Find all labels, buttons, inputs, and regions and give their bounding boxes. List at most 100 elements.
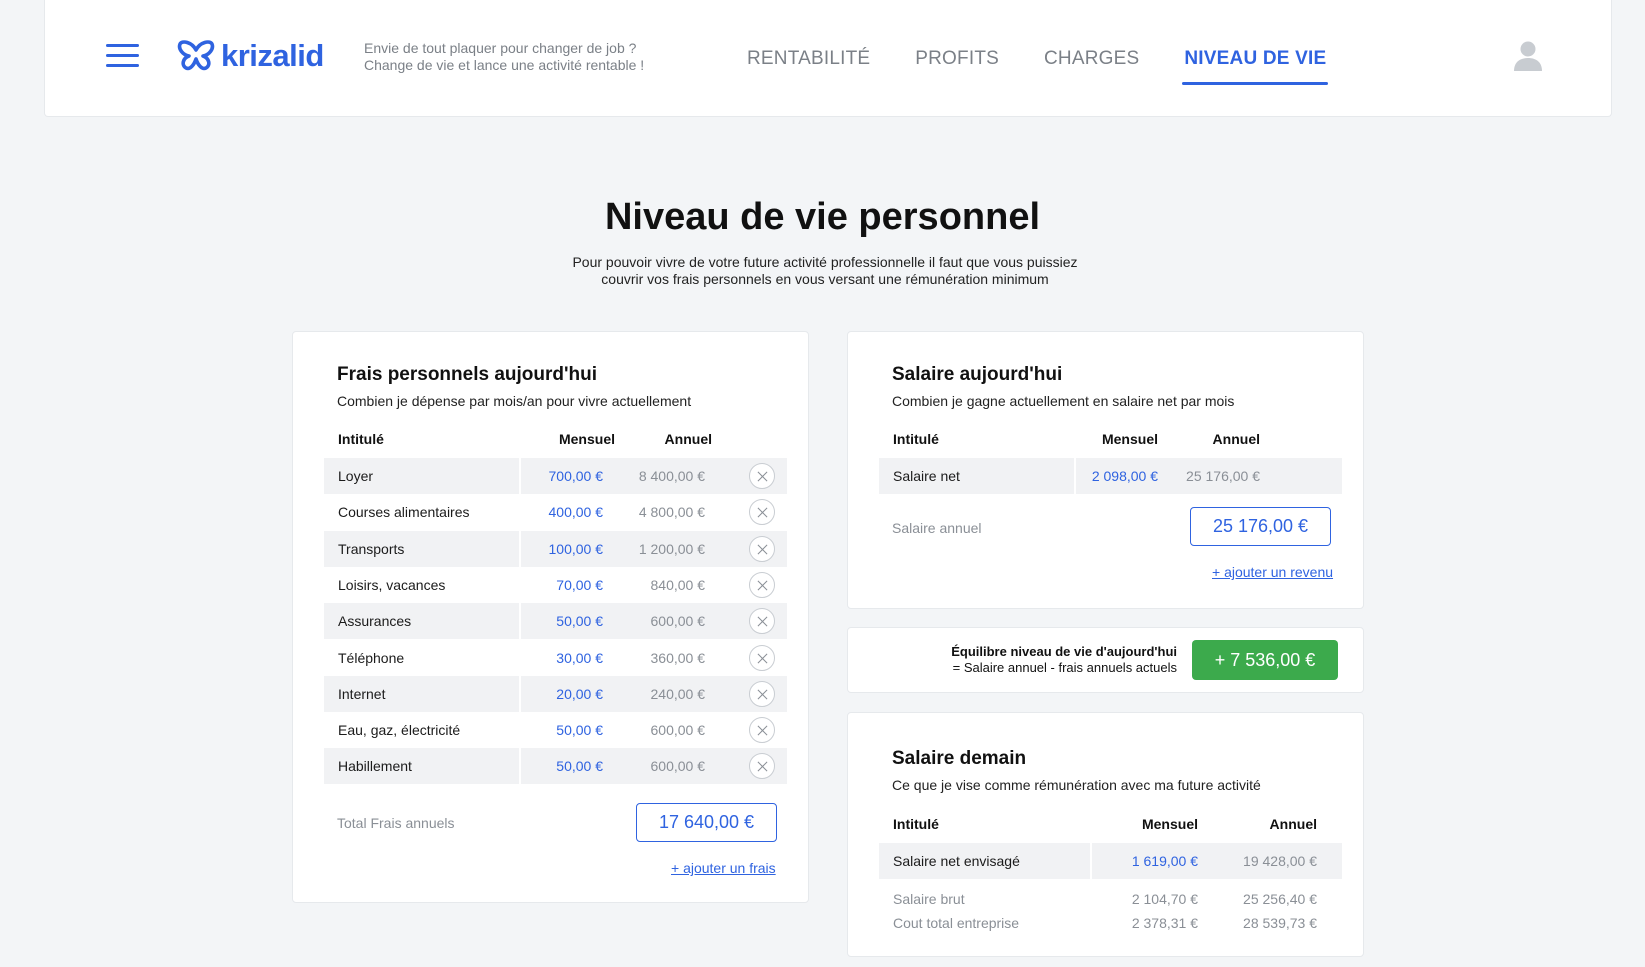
frais-row-annual: 600,00 €: [650, 722, 706, 739]
frais-row-label: Assurances: [338, 613, 412, 630]
table-row: Eau, gaz, électricité 50,00 € 600,00 €: [324, 712, 787, 749]
extra-monthly: 2 104,70 €: [1131, 891, 1198, 907]
nav-charges[interactable]: CHARGES: [1042, 0, 1141, 117]
tagline-line-2: Change de vie et lance une activité rent…: [364, 57, 645, 73]
extra-label: Salaire brut: [893, 891, 965, 907]
frais-row-label: Loisirs, vacances: [338, 576, 446, 593]
frais-total-value: 17 640,00 €: [636, 803, 777, 842]
extra-monthly: 2 378,31 €: [1131, 915, 1198, 931]
salaire-total-value: 25 176,00 €: [1190, 507, 1331, 546]
row-separator: [519, 530, 521, 567]
table-row: Habillement 50,00 € 600,00 €: [324, 748, 787, 785]
delete-row-icon[interactable]: [749, 753, 775, 780]
tagline: Envie de tout plaquer pour changer de jo…: [364, 40, 664, 74]
salaire-desc: Combien je gagne actuellement en salaire…: [892, 393, 1235, 409]
equilibre-title: Équilibre niveau de vie d'aujourd'hui: [951, 644, 1177, 659]
salaire-card: Salaire aujourd'hui Combien je gagne act…: [847, 331, 1364, 609]
table-row: Courses alimentaires 400,00 € 4 800,00 €: [324, 494, 787, 531]
salaire-row-label: Salaire net: [893, 468, 960, 484]
frais-row-label: Loyer: [338, 468, 374, 484]
frais-row-annual: 360,00 €: [650, 649, 706, 666]
frais-row-monthly[interactable]: 50,00 €: [524, 603, 603, 639]
nav-niveau-de-vie[interactable]: NIVEAU DE VIE: [1182, 0, 1329, 117]
delete-row-icon[interactable]: [749, 608, 775, 635]
frais-row-annual: 600,00 €: [650, 613, 706, 630]
frais-row-label: Transports: [338, 540, 405, 557]
add-frais-link[interactable]: + ajouter un frais: [671, 860, 776, 876]
frais-row-monthly[interactable]: 20,00 €: [524, 676, 603, 712]
row-separator: [519, 494, 521, 531]
row-separator: [519, 748, 521, 785]
frais-row-label: Eau, gaz, électricité: [338, 722, 461, 739]
row-separator: [519, 458, 521, 494]
table-row: Loisirs, vacances 70,00 € 840,00 €: [324, 566, 787, 603]
extra-label: Cout total entreprise: [893, 915, 1020, 931]
demain-col-label: Intitulé: [893, 816, 939, 832]
extra-annual: 28 539,73 €: [1243, 915, 1317, 931]
delete-row-icon[interactable]: [749, 680, 775, 707]
menu-icon[interactable]: [106, 44, 139, 68]
row-separator: [519, 639, 521, 676]
user-icon[interactable]: [1513, 40, 1543, 72]
brand-logo[interactable]: krizalid: [177, 38, 324, 74]
butterfly-icon: [177, 40, 215, 71]
row-separator: [1074, 458, 1076, 494]
demain-row-annual: 19 428,00 €: [1243, 853, 1317, 869]
frais-row-monthly[interactable]: 70,00 €: [524, 567, 603, 603]
frais-col-monthly: Mensuel: [558, 431, 615, 447]
delete-row-icon[interactable]: [749, 535, 775, 562]
top-header: krizalid Envie de tout plaquer pour chan…: [44, 0, 1612, 117]
frais-row-monthly[interactable]: 400,00 €: [524, 494, 604, 530]
delete-row-icon[interactable]: [749, 571, 775, 598]
frais-row-monthly[interactable]: 700,00 €: [524, 458, 604, 494]
delete-row-icon[interactable]: [749, 463, 775, 489]
frais-col-label: Intitulé: [338, 431, 384, 447]
demain-extra-row: Salaire brut 2 104,70 € 25 256,40 €: [893, 891, 1317, 911]
frais-row-monthly[interactable]: 50,00 €: [524, 712, 603, 748]
table-row: Salaire net envisagé 1 619,00 € 19 428,0…: [879, 843, 1342, 879]
table-row: Téléphone 30,00 € 360,00 €: [324, 639, 787, 676]
frais-card: Frais personnels aujourd'hui Combien je …: [292, 331, 809, 903]
table-row: Assurances 50,00 € 600,00 €: [324, 603, 787, 640]
frais-row-annual: 240,00 €: [650, 685, 706, 702]
delete-row-icon[interactable]: [749, 499, 775, 526]
demain-desc: Ce que je vise comme rémunération avec m…: [892, 777, 1261, 793]
demain-col-annual: Annuel: [1269, 816, 1317, 832]
table-row: Salaire net 2 098,00 € 25 176,00 €: [879, 458, 1342, 494]
add-revenu-link[interactable]: + ajouter un revenu: [1212, 564, 1333, 580]
demain-row-monthly[interactable]: 1 619,00 €: [1099, 843, 1198, 879]
frais-row-monthly[interactable]: 100,00 €: [524, 531, 604, 567]
frais-row-annual: 840,00 €: [650, 576, 706, 593]
page-subtitle-line-2: couvrir vos frais personnels en vous ver…: [601, 271, 1049, 287]
salaire-row-monthly[interactable]: 2 098,00 €: [1079, 458, 1158, 494]
nav-rentabilite[interactable]: RENTABILITÉ: [745, 0, 872, 117]
demain-extra-row: Cout total entreprise 2 378,31 € 28 539,…: [893, 915, 1317, 935]
nav-profits[interactable]: PROFITS: [913, 0, 1001, 117]
page-title: Niveau de vie personnel: [604, 196, 1041, 238]
equilibre-text: Équilibre niveau de vie d'aujourd'hui = …: [951, 644, 1177, 676]
demain-title: Salaire demain: [892, 748, 1027, 769]
frais-total-label: Total Frais annuels: [337, 815, 455, 831]
page-subtitle-line-1: Pour pouvoir vivre de votre future activ…: [572, 254, 1078, 270]
frais-row-annual: 1 200,00 €: [638, 540, 705, 557]
salaire-row-annual: 25 176,00 €: [1186, 468, 1260, 484]
extra-annual: 25 256,40 €: [1243, 891, 1317, 907]
equilibre-card: Équilibre niveau de vie d'aujourd'hui = …: [847, 627, 1364, 693]
delete-row-icon[interactable]: [749, 644, 775, 671]
frais-row-label: Habillement: [338, 758, 412, 775]
frais-row-monthly[interactable]: 50,00 €: [524, 748, 603, 784]
salaire-col-annual: Annuel: [1212, 431, 1260, 447]
frais-col-annual: Annuel: [664, 431, 712, 447]
frais-row-annual: 600,00 €: [650, 758, 706, 775]
frais-desc: Combien je dépense par mois/an pour vivr…: [337, 393, 692, 409]
equilibre-value-badge: + 7 536,00 €: [1192, 640, 1338, 680]
demain-card: Salaire demain Ce que je vise comme rému…: [847, 712, 1364, 957]
row-separator: [1090, 843, 1092, 879]
delete-row-icon[interactable]: [749, 717, 775, 744]
table-row: Internet 20,00 € 240,00 €: [324, 675, 787, 712]
equilibre-formula: = Salaire annuel - frais annuels actuels: [952, 660, 1177, 675]
salaire-title: Salaire aujourd'hui: [892, 364, 1063, 385]
frais-title: Frais personnels aujourd'hui: [337, 364, 598, 385]
table-row: Transports 100,00 € 1 200,00 €: [324, 530, 787, 567]
frais-row-monthly[interactable]: 30,00 €: [524, 640, 603, 676]
